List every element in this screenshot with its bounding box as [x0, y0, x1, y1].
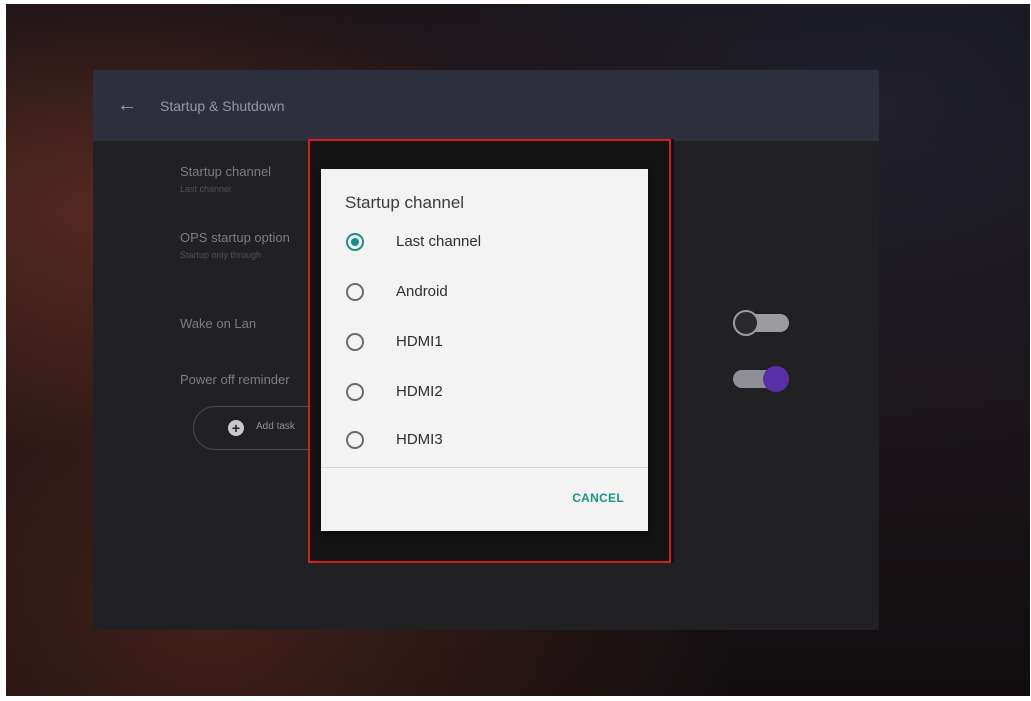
wake-on-lan-toggle[interactable] — [733, 310, 789, 336]
highlight-frame — [308, 139, 671, 563]
wake-on-lan-title: Wake on Lan — [180, 316, 257, 331]
toggle-thumb — [733, 310, 759, 336]
page-title: Startup & Shutdown — [160, 98, 285, 114]
power-off-reminder-toggle[interactable] — [733, 366, 789, 392]
ops-startup-subtitle: Startup only through — [180, 250, 262, 260]
startup-channel-subtitle: Last channel — [180, 184, 232, 194]
plus-circle-icon: + — [228, 420, 244, 436]
settings-header: ← Startup & Shutdown — [93, 70, 879, 141]
arrow-left-icon[interactable]: ← — [117, 94, 137, 116]
ops-startup-title[interactable]: OPS startup option — [180, 230, 290, 245]
startup-channel-title[interactable]: Startup channel — [180, 164, 271, 179]
power-off-reminder-title: Power off reminder — [180, 372, 290, 387]
add-task-label: Add task — [256, 421, 295, 432]
toggle-thumb — [763, 366, 789, 392]
